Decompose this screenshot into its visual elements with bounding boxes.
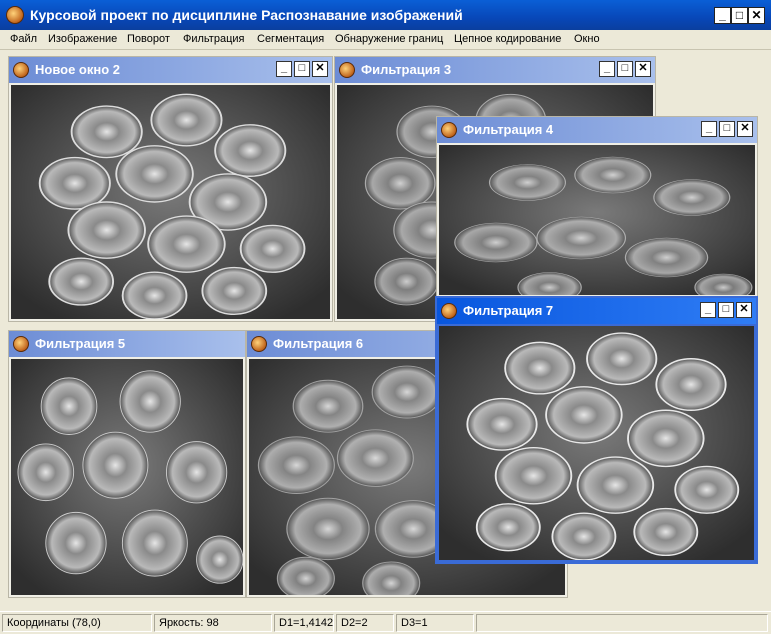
app-icon[interactable] <box>6 6 24 24</box>
flower-image <box>439 326 754 560</box>
minimize-icon[interactable]: _ <box>276 61 292 77</box>
window-icon[interactable] <box>13 62 29 78</box>
child-title-bar[interactable]: Фильтрация 3 _ □ ✕ <box>335 57 655 83</box>
child-title-bar[interactable]: Новое окно 2 _ □ ✕ <box>9 57 332 83</box>
maximize-icon[interactable]: □ <box>617 61 633 77</box>
status-brightness: Яркость: 98 <box>154 614 272 632</box>
status-coordinates: Координаты (78,0) <box>2 614 152 632</box>
menu-bar: Файл Изображение Поворот Фильтрация Сегм… <box>0 30 771 50</box>
child-title-bar[interactable]: Фильтрация 7 _ □ ✕ <box>437 298 756 324</box>
close-button[interactable]: ✕ <box>748 7 765 24</box>
menu-file[interactable]: Файл <box>10 33 37 45</box>
close-icon[interactable]: ✕ <box>635 61 651 77</box>
flower-image <box>11 85 330 319</box>
child-title-bar[interactable]: Фильтрация 4 _ □ ✕ <box>437 117 757 143</box>
window-icon[interactable] <box>339 62 355 78</box>
menu-chain-coding[interactable]: Цепное кодирование <box>454 33 561 45</box>
status-d2: D2=2 <box>336 614 394 632</box>
child-title: Фильтрация 6 <box>273 336 364 351</box>
child-title-bar[interactable]: Фильтрация 5 <box>9 331 245 357</box>
status-d3: D3=1 <box>396 614 474 632</box>
child-title: Новое окно 2 <box>35 62 121 77</box>
app-title: Курсовой проект по дисциплине Распознава… <box>30 7 463 23</box>
menu-rotate[interactable]: Поворот <box>127 33 170 45</box>
main-title-bar[interactable]: Курсовой проект по дисциплине Распознава… <box>0 0 771 30</box>
status-bar: Координаты (78,0) Яркость: 98 D1=1,4142 … <box>0 611 771 634</box>
close-icon[interactable]: ✕ <box>736 302 752 318</box>
child-title: Фильтрация 4 <box>463 122 554 137</box>
child-title: Фильтрация 3 <box>361 62 452 77</box>
maximize-icon[interactable]: □ <box>718 302 734 318</box>
mdi-workspace: Новое окно 2 _ □ ✕ Фильтрация 3 _ □ ✕ Фи… <box>0 50 771 611</box>
window-icon[interactable] <box>251 336 267 352</box>
status-d1: D1=1,4142 <box>274 614 334 632</box>
window-icon[interactable] <box>441 303 457 319</box>
minimize-icon[interactable]: _ <box>700 302 716 318</box>
child-window-filter-7[interactable]: Фильтрация 7 _ □ ✕ <box>435 296 758 564</box>
menu-image[interactable]: Изображение <box>48 33 117 45</box>
child-title: Фильтрация 7 <box>463 303 554 318</box>
minimize-button[interactable]: _ <box>714 7 731 24</box>
maximize-icon[interactable]: □ <box>294 61 310 77</box>
child-window-new-2[interactable]: Новое окно 2 _ □ ✕ <box>8 56 333 322</box>
close-icon[interactable]: ✕ <box>737 121 753 137</box>
menu-segmentation[interactable]: Сегментация <box>257 33 324 45</box>
maximize-button[interactable]: □ <box>731 7 748 24</box>
child-window-filter-4[interactable]: Фильтрация 4 _ □ ✕ <box>436 116 758 298</box>
child-window-filter-5[interactable]: Фильтрация 5 <box>8 330 246 598</box>
flower-image <box>439 145 755 295</box>
minimize-icon[interactable]: _ <box>701 121 717 137</box>
menu-window[interactable]: Окно <box>574 33 600 45</box>
close-icon[interactable]: ✕ <box>312 61 328 77</box>
menu-edge-detection[interactable]: Обнаружение границ <box>335 33 443 45</box>
maximize-icon[interactable]: □ <box>719 121 735 137</box>
flower-image <box>11 359 243 595</box>
child-title: Фильтрация 5 <box>35 336 126 351</box>
menu-filter[interactable]: Фильтрация <box>183 33 244 45</box>
minimize-icon[interactable]: _ <box>599 61 615 77</box>
window-icon[interactable] <box>13 336 29 352</box>
window-icon[interactable] <box>441 122 457 138</box>
status-empty-panel <box>476 614 768 632</box>
